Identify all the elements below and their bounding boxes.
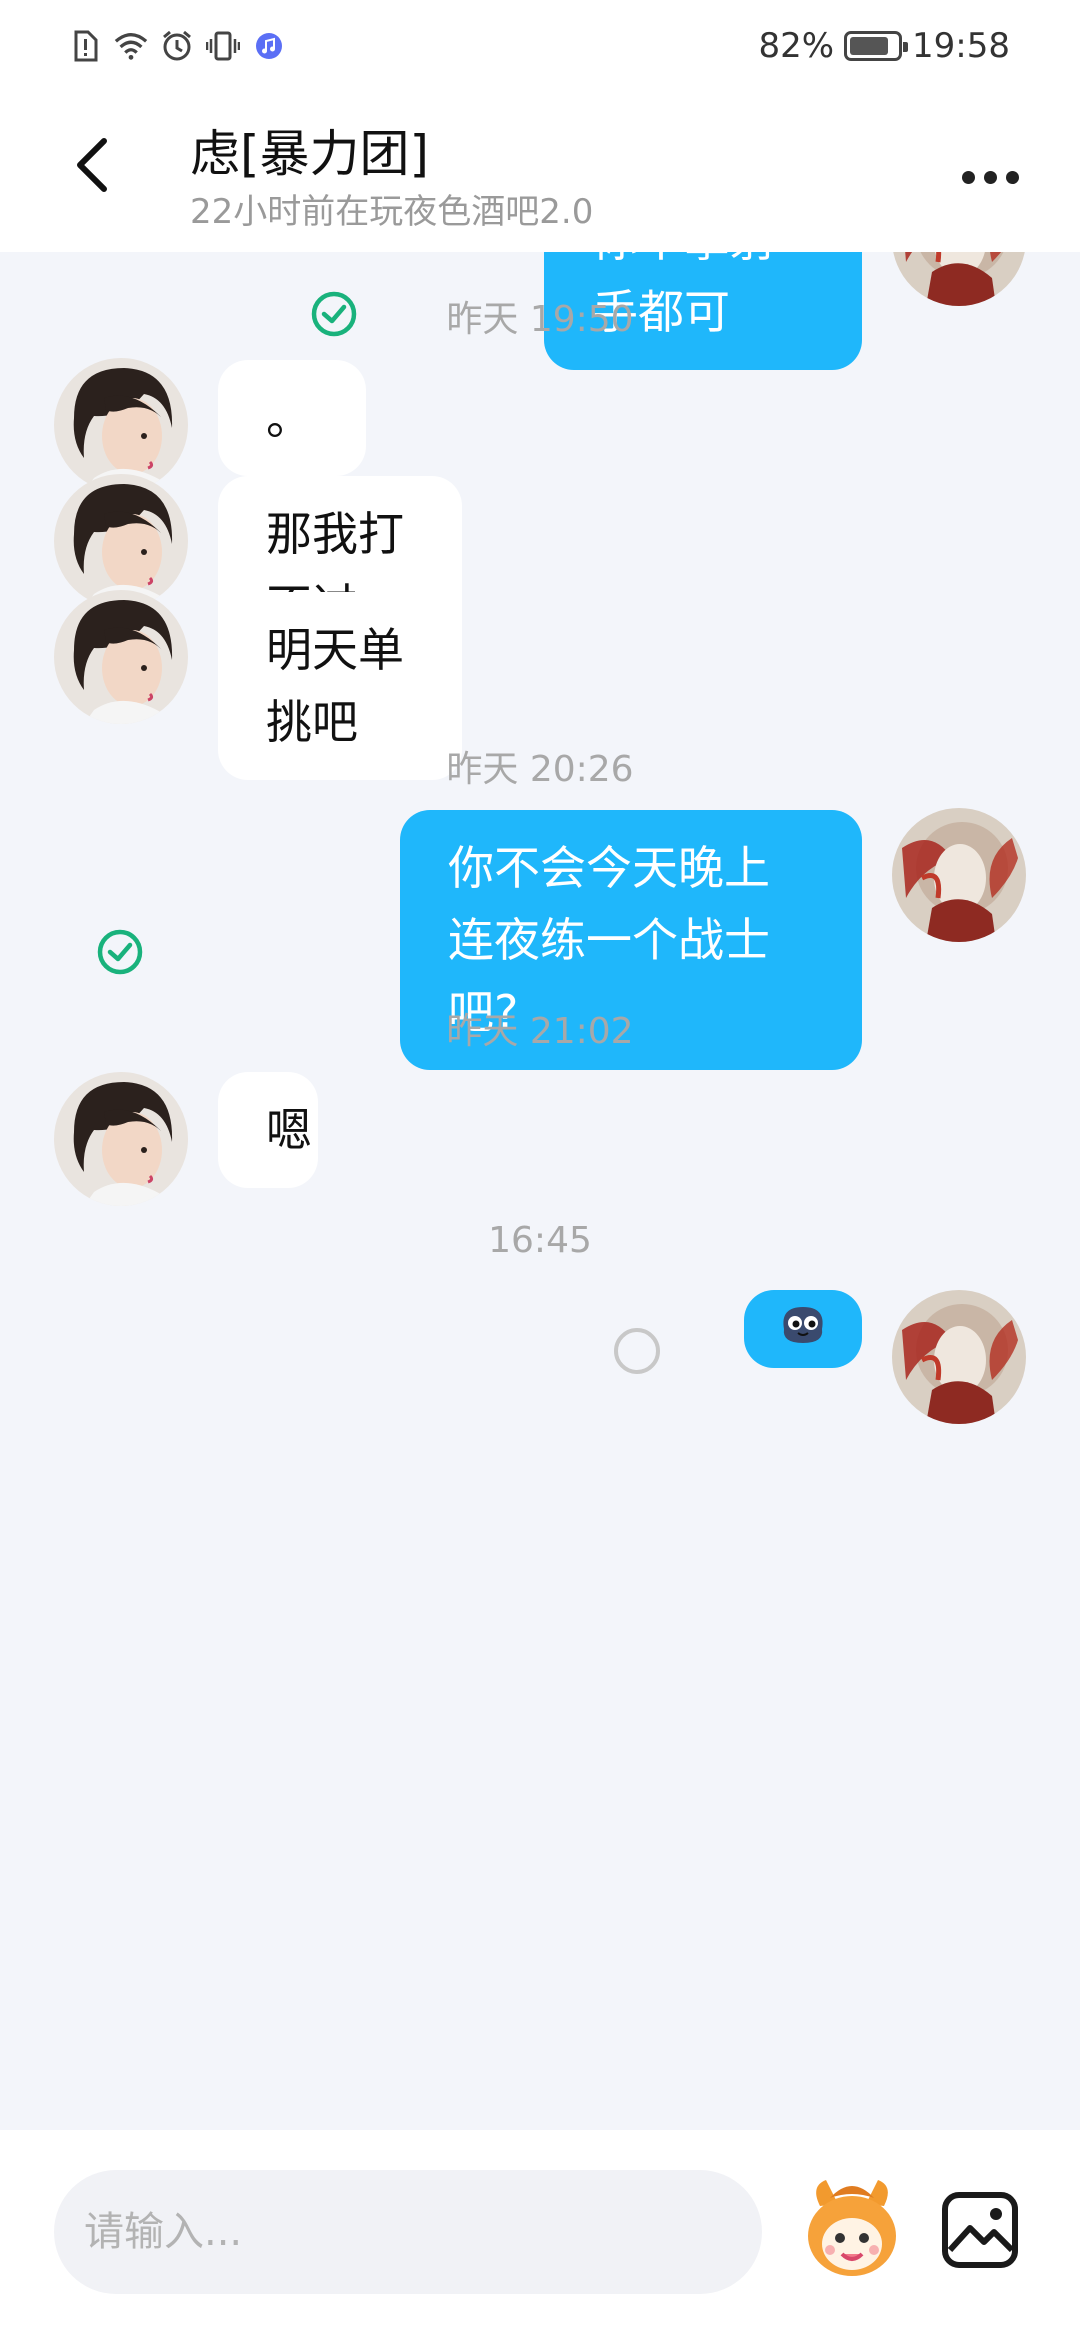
sticker-message[interactable] xyxy=(744,1290,862,1368)
status-icons xyxy=(68,26,286,66)
contact-name[interactable]: 虑[暴力团] xyxy=(190,114,429,186)
chat-header: 虑[暴力团] 22小时前在玩夜色酒吧2.0 xyxy=(0,92,1080,252)
chevron-left-icon xyxy=(77,138,107,192)
alarm-icon xyxy=(160,29,194,63)
battery-icon xyxy=(844,31,909,61)
mascot-emoji-icon xyxy=(808,2180,896,2276)
message-text: 嗯 xyxy=(266,1103,312,1157)
message-input[interactable] xyxy=(54,2170,762,2294)
battery-percent: 82% xyxy=(758,26,835,66)
input-bar xyxy=(0,2130,1080,2340)
timestamp: 16:45 xyxy=(488,1220,592,1261)
emoji-button[interactable] xyxy=(800,2166,904,2286)
pending-status-icon xyxy=(614,1328,660,1374)
contact-avatar[interactable] xyxy=(54,1072,188,1206)
more-dots-icon xyxy=(961,170,975,184)
image-button[interactable] xyxy=(940,2190,1020,2270)
message-text: 明天单挑吧 xyxy=(266,623,404,749)
wifi-icon xyxy=(114,29,148,63)
contact-avatar[interactable] xyxy=(54,590,188,724)
blob-face-sticker xyxy=(778,1293,828,1365)
status-bar: 82% 19:58 xyxy=(0,0,1080,92)
contact-avatar[interactable] xyxy=(54,358,188,492)
status-right: 82% 19:58 xyxy=(758,22,1010,70)
received-message[interactable]: 。 xyxy=(218,360,366,476)
image-icon xyxy=(942,2192,1018,2268)
contact-avatar[interactable] xyxy=(54,474,188,608)
message-text: 。 xyxy=(266,391,312,445)
back-button[interactable] xyxy=(62,130,122,200)
sim-alert-icon xyxy=(68,29,102,63)
chat-area[interactable]: 你不拿射手都可昨天 19:50。那我打不过明天单挑吧昨天 20:26你不会今天晚… xyxy=(0,252,1080,2130)
received-message[interactable]: 嗯 xyxy=(218,1072,318,1188)
timestamp: 昨天 19:50 xyxy=(446,299,634,340)
battery-fill xyxy=(850,37,888,55)
contact-status: 22小时前在玩夜色酒吧2.0 xyxy=(190,192,594,232)
my-avatar[interactable] xyxy=(892,808,1026,942)
clock: 19:58 xyxy=(912,26,1010,66)
music-app-icon xyxy=(252,29,286,63)
more-button[interactable] xyxy=(950,152,1030,202)
timestamp: 昨天 20:26 xyxy=(446,749,634,790)
vibrate-icon xyxy=(206,29,240,63)
my-avatar[interactable] xyxy=(892,1290,1026,1424)
timestamp: 昨天 21:02 xyxy=(446,1011,634,1052)
sent-check-icon xyxy=(96,928,144,976)
